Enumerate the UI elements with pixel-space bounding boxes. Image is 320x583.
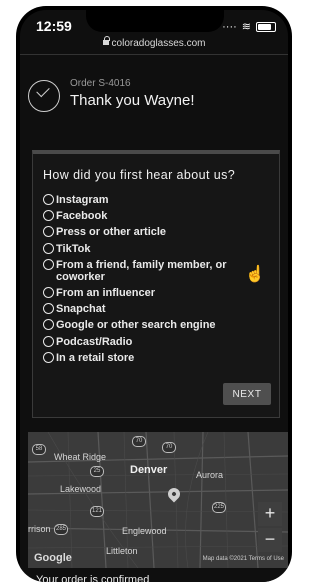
url-text: coloradoglasses.com (111, 38, 206, 49)
radio-button[interactable] (43, 335, 54, 347)
highway-shield: 225 (212, 502, 226, 513)
google-logo: Google (34, 552, 72, 564)
map-attribution[interactable]: Map data ©2021 Terms of Use (203, 556, 284, 562)
status-icons: ···· ≋ (222, 20, 276, 33)
map-label-wheat-ridge: Wheat Ridge (54, 452, 107, 462)
highway-shield: 70 (132, 436, 146, 447)
order-number: Order S-4016 (70, 78, 131, 89)
screen: 12:59 ···· ≋ coloradoglasses.com Order S… (20, 10, 288, 582)
survey-option[interactable]: From an influencer (43, 286, 236, 299)
zoom-in-button[interactable]: + (258, 502, 282, 526)
survey-option[interactable]: Snapchat (43, 303, 236, 315)
radio-button[interactable] (43, 303, 54, 315)
radio-button[interactable] (43, 351, 54, 363)
survey-option[interactable]: Instagram (43, 194, 236, 206)
radio-button[interactable] (43, 258, 54, 270)
survey-option[interactable]: From a friend, family member, or coworke… (43, 258, 236, 283)
radio-button[interactable] (43, 319, 54, 331)
phone-frame: 12:59 ···· ≋ coloradoglasses.com Order S… (16, 6, 292, 582)
map-label-morrison: rrison (28, 524, 51, 534)
highway-shield: 25 (90, 466, 104, 477)
highway-shield: 121 (90, 506, 104, 517)
highway-shield: 58 (32, 444, 46, 455)
wifi-icon: ≋ (241, 21, 251, 33)
thank-you-heading: Thank you Wayne! (70, 92, 195, 109)
order-confirmed-text: Your order is confirmed (36, 574, 150, 582)
survey-question: How did you first hear about us? (43, 168, 236, 182)
map-label-denver: Denver (130, 464, 168, 476)
survey-option[interactable]: Press or other article (43, 226, 236, 238)
map-label-littleton: Littleton (106, 546, 138, 556)
survey-option[interactable]: Facebook (43, 210, 236, 222)
url-bar[interactable]: coloradoglasses.com (20, 36, 288, 49)
header-divider (20, 54, 288, 55)
survey-options: Instagram Facebook Press or other articl… (43, 194, 236, 368)
map[interactable]: 58 70 70 25 121 285 225 Wheat Ridge Denv… (28, 432, 288, 568)
map-label-englewood: Englewood (122, 526, 167, 536)
map-label-aurora: Aurora (196, 470, 224, 480)
radio-button[interactable] (43, 286, 54, 298)
hand-cursor-icon: ☝ (245, 266, 265, 283)
radio-button[interactable] (43, 194, 54, 205)
radio-button[interactable] (43, 210, 54, 222)
radio-button[interactable] (43, 226, 54, 238)
zoom-out-button[interactable]: − (258, 528, 282, 552)
map-label-lakewood: Lakewood (60, 484, 102, 494)
highway-shield: 70 (162, 442, 176, 453)
highway-shield: 285 (54, 524, 68, 535)
battery-icon (256, 21, 276, 32)
next-button[interactable]: NEXT (223, 383, 271, 405)
status-time: 12:59 (36, 18, 72, 34)
radio-button[interactable] (43, 242, 54, 254)
lock-icon (102, 36, 110, 45)
checkmark-circle-icon (28, 80, 60, 112)
survey-option[interactable]: In a retail store (43, 351, 236, 364)
signal-icon: ···· (222, 20, 237, 33)
survey-card: How did you first hear about us? Instagr… (32, 150, 280, 418)
survey-option[interactable]: TikTok (43, 242, 236, 255)
survey-option[interactable]: Podcast/Radio (43, 335, 236, 348)
notch (86, 10, 224, 32)
survey-option[interactable]: Google or other search engine (43, 319, 236, 331)
